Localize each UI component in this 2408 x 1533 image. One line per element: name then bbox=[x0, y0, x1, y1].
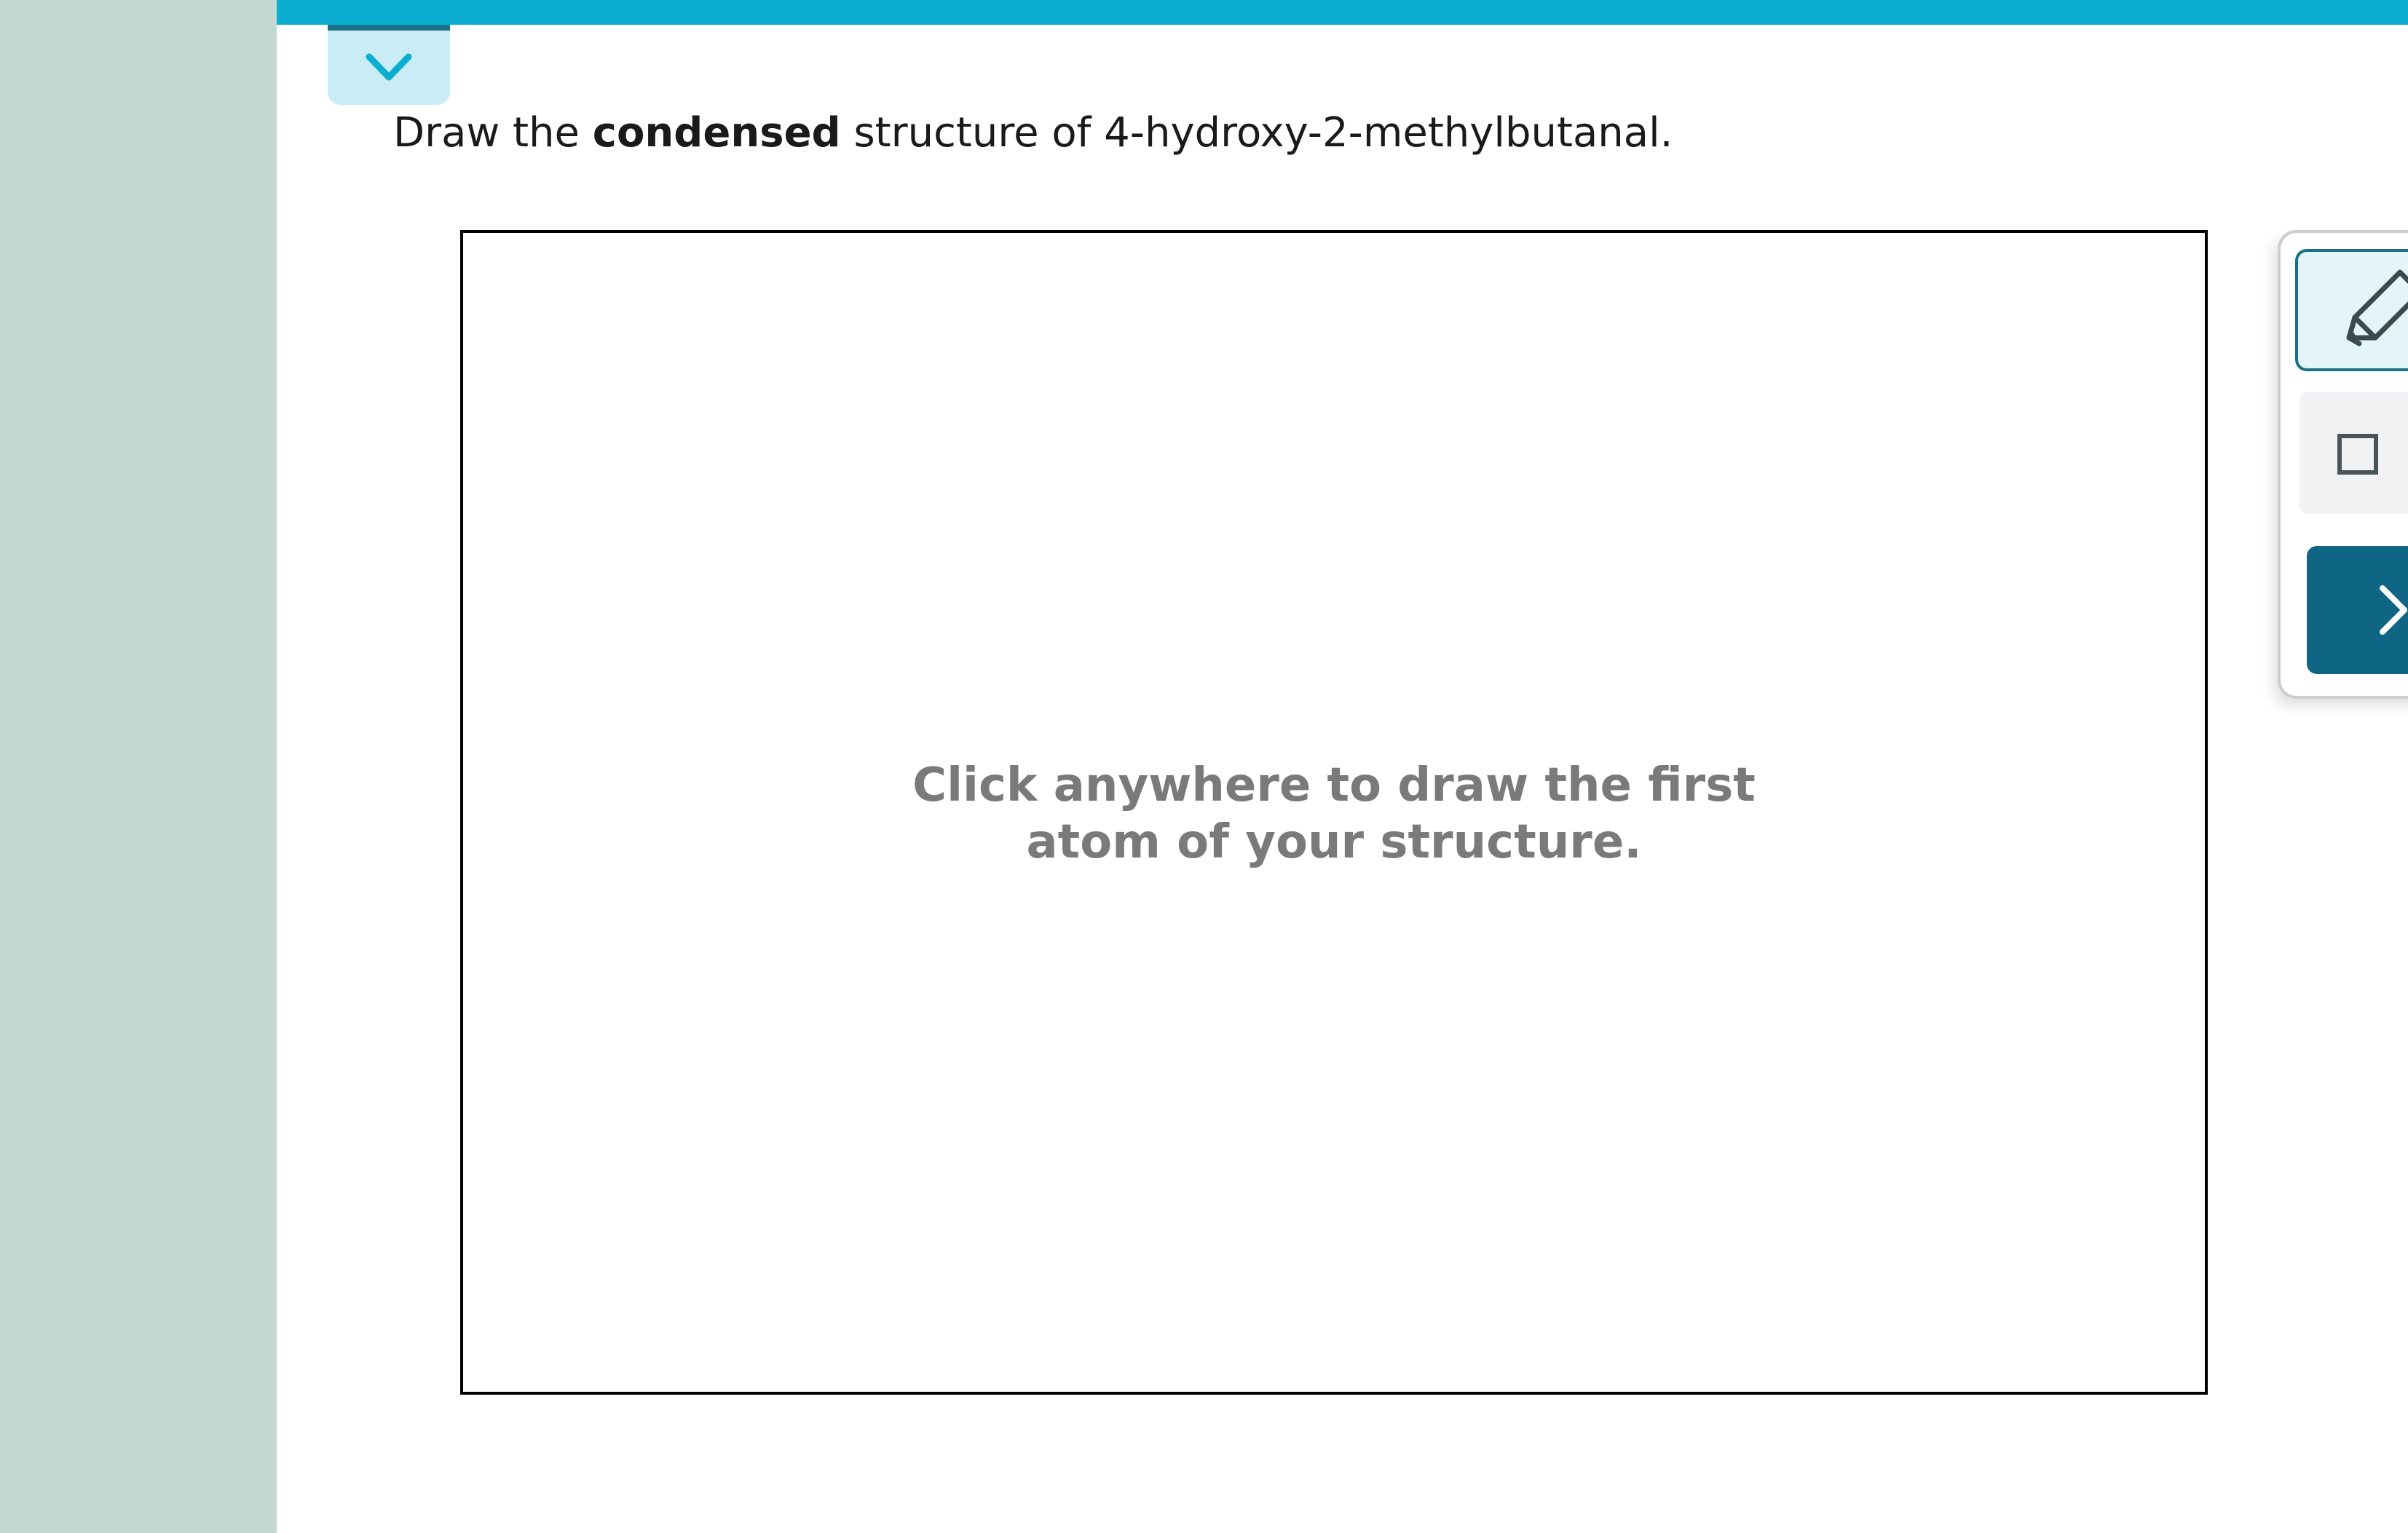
chevron-down-icon bbox=[366, 53, 412, 81]
prompt-suffix: structure of 4-hydroxy-2-methylbutanal. bbox=[840, 109, 1673, 157]
collapse-toggle-button[interactable] bbox=[328, 25, 450, 105]
chevron-right-icon bbox=[2380, 585, 2407, 635]
prompt-prefix: Draw the bbox=[393, 109, 593, 157]
prompt-emphasis: condensed bbox=[592, 109, 841, 157]
drawing-canvas[interactable]: Click anywhere to draw the first atom of… bbox=[460, 230, 2208, 1395]
main-panel: Draw the condensed structure of 4-hydrox… bbox=[277, 0, 2408, 1533]
pencil-icon bbox=[2346, 269, 2408, 346]
left-sidebar-strip bbox=[0, 0, 277, 1533]
drawing-toolbar bbox=[2278, 230, 2408, 699]
top-accent-bar bbox=[277, 0, 2408, 25]
square-tool-button[interactable] bbox=[2300, 392, 2408, 514]
question-prompt: Draw the condensed structure of 4-hydrox… bbox=[393, 109, 1673, 157]
canvas-hint-line2: atom of your structure. bbox=[1026, 815, 1642, 869]
square-icon bbox=[2337, 434, 2378, 475]
canvas-hint: Click anywhere to draw the first atom of… bbox=[463, 757, 2205, 871]
canvas-hint-line1: Click anywhere to draw the first bbox=[912, 758, 1756, 812]
next-tools-button[interactable] bbox=[2307, 546, 2408, 674]
pencil-tool-button[interactable] bbox=[2295, 249, 2408, 371]
